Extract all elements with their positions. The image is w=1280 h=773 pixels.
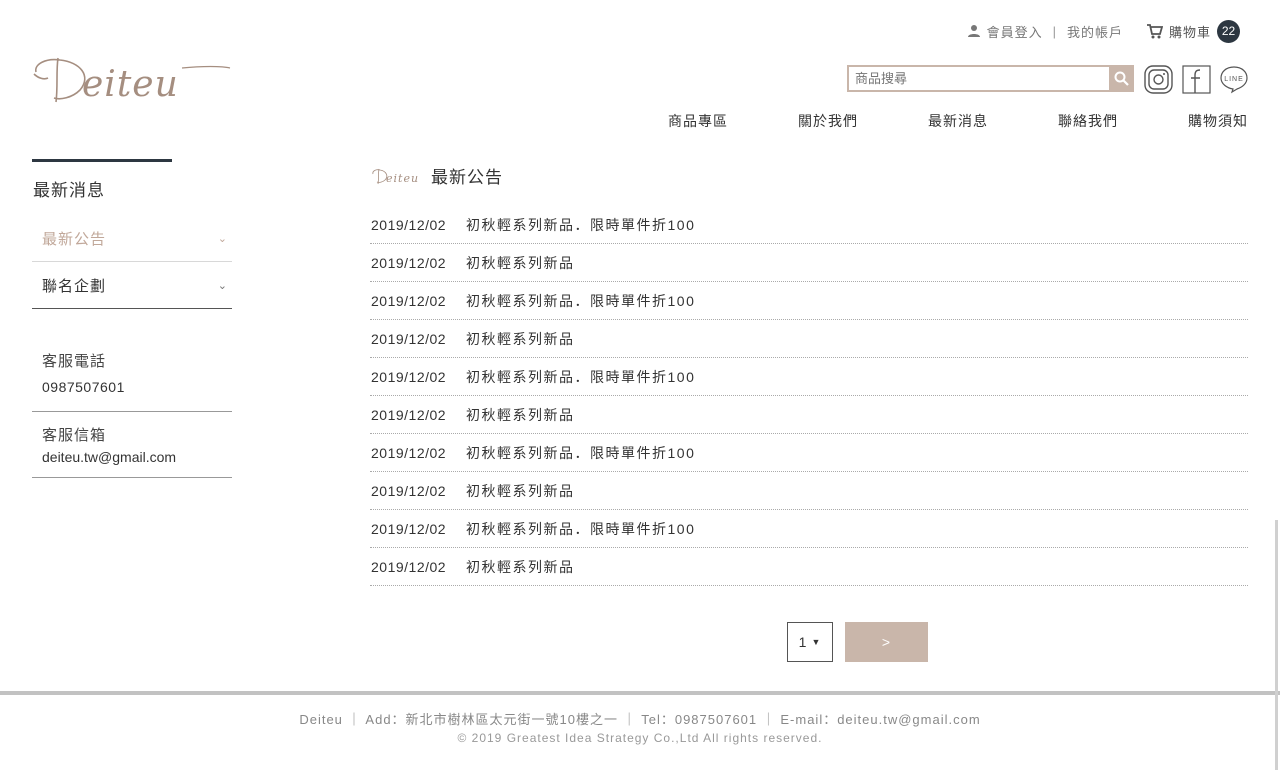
heading-logo: eiteu (372, 168, 419, 185)
news-row[interactable]: 2019/12/02 初秋輕系列新品．限時單件折100 (370, 282, 1248, 320)
customer-email-block: 客服信箱 deiteu.tw@gmail.com (32, 424, 232, 478)
instagram-link[interactable] (1143, 64, 1173, 94)
news-row[interactable]: 2019/12/02 初秋輕系列新品 (370, 244, 1248, 282)
social-links: LINE (1143, 64, 1249, 94)
news-row[interactable]: 2019/12/02 初秋輕系列新品．限時單件折100 (370, 510, 1248, 548)
email-label: 客服信箱 (42, 427, 107, 444)
site-logo[interactable]: eiteu (32, 50, 232, 106)
sidebar-item-label: 最新公告 (42, 230, 107, 248)
login-link[interactable]: 會員登入 (967, 22, 1043, 41)
news-row[interactable]: 2019/12/02 初秋輕系列新品 (370, 396, 1248, 434)
account-link[interactable]: 我的帳戶 (1067, 22, 1123, 41)
news-date: 2019/12/02 (371, 292, 447, 309)
logo-image: eiteu (33, 57, 231, 105)
search-box (847, 65, 1134, 92)
next-page-label: > (881, 634, 892, 650)
news-date: 2019/12/02 (371, 558, 447, 575)
news-row[interactable]: 2019/12/02 初秋輕系列新品 (370, 548, 1248, 586)
separator: | (1052, 23, 1057, 39)
news-date: 2019/12/02 (371, 254, 447, 271)
nav-item-products[interactable]: 商品專區 (668, 111, 798, 131)
news-date: 2019/12/02 (371, 482, 447, 499)
phone-label: 客服電話 (42, 353, 107, 370)
page-scrollbar[interactable] (1272, 0, 1280, 773)
search-input[interactable] (847, 65, 1109, 92)
news-title: 初秋輕系列新品．限時單件折100 (466, 520, 696, 537)
facebook-link[interactable] (1181, 64, 1211, 94)
svg-text:eiteu: eiteu (386, 172, 419, 185)
news-date: 2019/12/02 (371, 216, 447, 233)
svg-text:eiteu: eiteu (82, 64, 179, 105)
search-button[interactable] (1109, 65, 1134, 92)
phone-value: 0987507601 (42, 379, 125, 395)
customer-phone-block: 客服電話 0987507601 (32, 350, 232, 412)
nav-item-contact[interactable]: 聯絡我們 (1058, 111, 1188, 131)
news-row[interactable]: 2019/12/02 初秋輕系列新品 (370, 472, 1248, 510)
cart-label: 購物車 (1168, 24, 1211, 40)
login-label: 會員登入 (986, 24, 1043, 40)
news-date: 2019/12/02 (371, 330, 447, 347)
sidebar-item-collaborations[interactable]: 聯名企劃 ⌄ (32, 262, 232, 309)
news-date: 2019/12/02 (371, 520, 447, 537)
top-bar: 會員登入 | 我的帳戶 購物車 22 (967, 19, 1240, 43)
news-title: 初秋輕系列新品 (466, 330, 575, 347)
user-icon (967, 25, 980, 37)
news-date: 2019/12/02 (371, 406, 447, 423)
page-number: 1 (798, 634, 808, 650)
search-icon (1114, 71, 1129, 86)
news-title: 初秋輕系列新品．限時單件折100 (466, 216, 696, 233)
section-heading: eiteu 最新公告 (371, 163, 503, 188)
news-title: 初秋輕系列新品 (466, 558, 575, 575)
news-row[interactable]: 2019/12/02 初秋輕系列新品．限時單件折100 (370, 206, 1248, 244)
sidebar-item-announcements[interactable]: 最新公告 ⌄ (32, 215, 232, 262)
sidebar-item-label: 聯名企劃 (42, 277, 107, 295)
news-date: 2019/12/02 (371, 368, 447, 385)
news-title: 初秋輕系列新品．限時單件折100 (466, 444, 696, 461)
facebook-icon (1181, 64, 1211, 94)
news-title: 初秋輕系列新品 (466, 406, 575, 423)
instagram-icon (1143, 64, 1173, 94)
dropdown-arrow-icon: ▼ (811, 637, 822, 647)
chevron-down-icon: ⌄ (217, 232, 228, 245)
news-row[interactable]: 2019/12/02 初秋輕系列新品．限時單件折100 (370, 434, 1248, 472)
news-title: 初秋輕系列新品 (466, 254, 575, 271)
news-row[interactable]: 2019/12/02 初秋輕系列新品 (370, 320, 1248, 358)
nav-item-shopping-guide[interactable]: 購物須知 (1188, 111, 1248, 131)
cart-icon (1146, 23, 1163, 38)
email-value[interactable]: deiteu.tw@gmail.com (42, 449, 232, 465)
line-link[interactable]: LINE (1219, 64, 1249, 94)
line-icon: LINE (1220, 66, 1248, 94)
nav-item-news[interactable]: 最新消息 (928, 111, 1058, 131)
news-date: 2019/12/02 (371, 444, 447, 461)
footer-contact-info: Deiteu ｜ Add：新北市樹林區太元街一號10樓之一 ｜ Tel：0987… (299, 712, 981, 727)
footer-divider (0, 691, 1280, 695)
cart-count-badge: 22 (1217, 19, 1240, 43)
main-nav: 商品專區 關於我們 最新消息 聯絡我們 購物須知 (668, 111, 1248, 131)
news-title: 初秋輕系列新品．限時單件折100 (466, 292, 696, 309)
footer-copyright: © 2019 Greatest Idea Strategy Co.,Ltd Al… (457, 731, 823, 745)
nav-item-about[interactable]: 關於我們 (798, 111, 928, 131)
sidebar-title: 最新消息 (33, 181, 105, 200)
news-title: 初秋輕系列新品．限時單件折100 (466, 368, 696, 385)
news-list: 2019/12/02 初秋輕系列新品．限時單件折100 2019/12/02 初秋輕… (370, 206, 1248, 586)
chevron-down-icon: ⌄ (217, 279, 228, 292)
next-page-button[interactable]: > (845, 622, 928, 662)
news-title: 初秋輕系列新品 (466, 482, 575, 499)
news-row[interactable]: 2019/12/02 初秋輕系列新品．限時單件折100 (370, 358, 1248, 396)
section-title: 最新公告 (431, 168, 503, 187)
scrollbar-thumb[interactable] (1275, 520, 1278, 770)
page-select[interactable]: 1 ▼ (787, 622, 833, 662)
cart-link[interactable]: 購物車 22 (1146, 19, 1240, 43)
svg-text:LINE: LINE (1224, 76, 1244, 83)
sidebar-accent-line (32, 159, 172, 162)
sidebar-menu: 最新公告 ⌄ 聯名企劃 ⌄ (32, 215, 232, 309)
